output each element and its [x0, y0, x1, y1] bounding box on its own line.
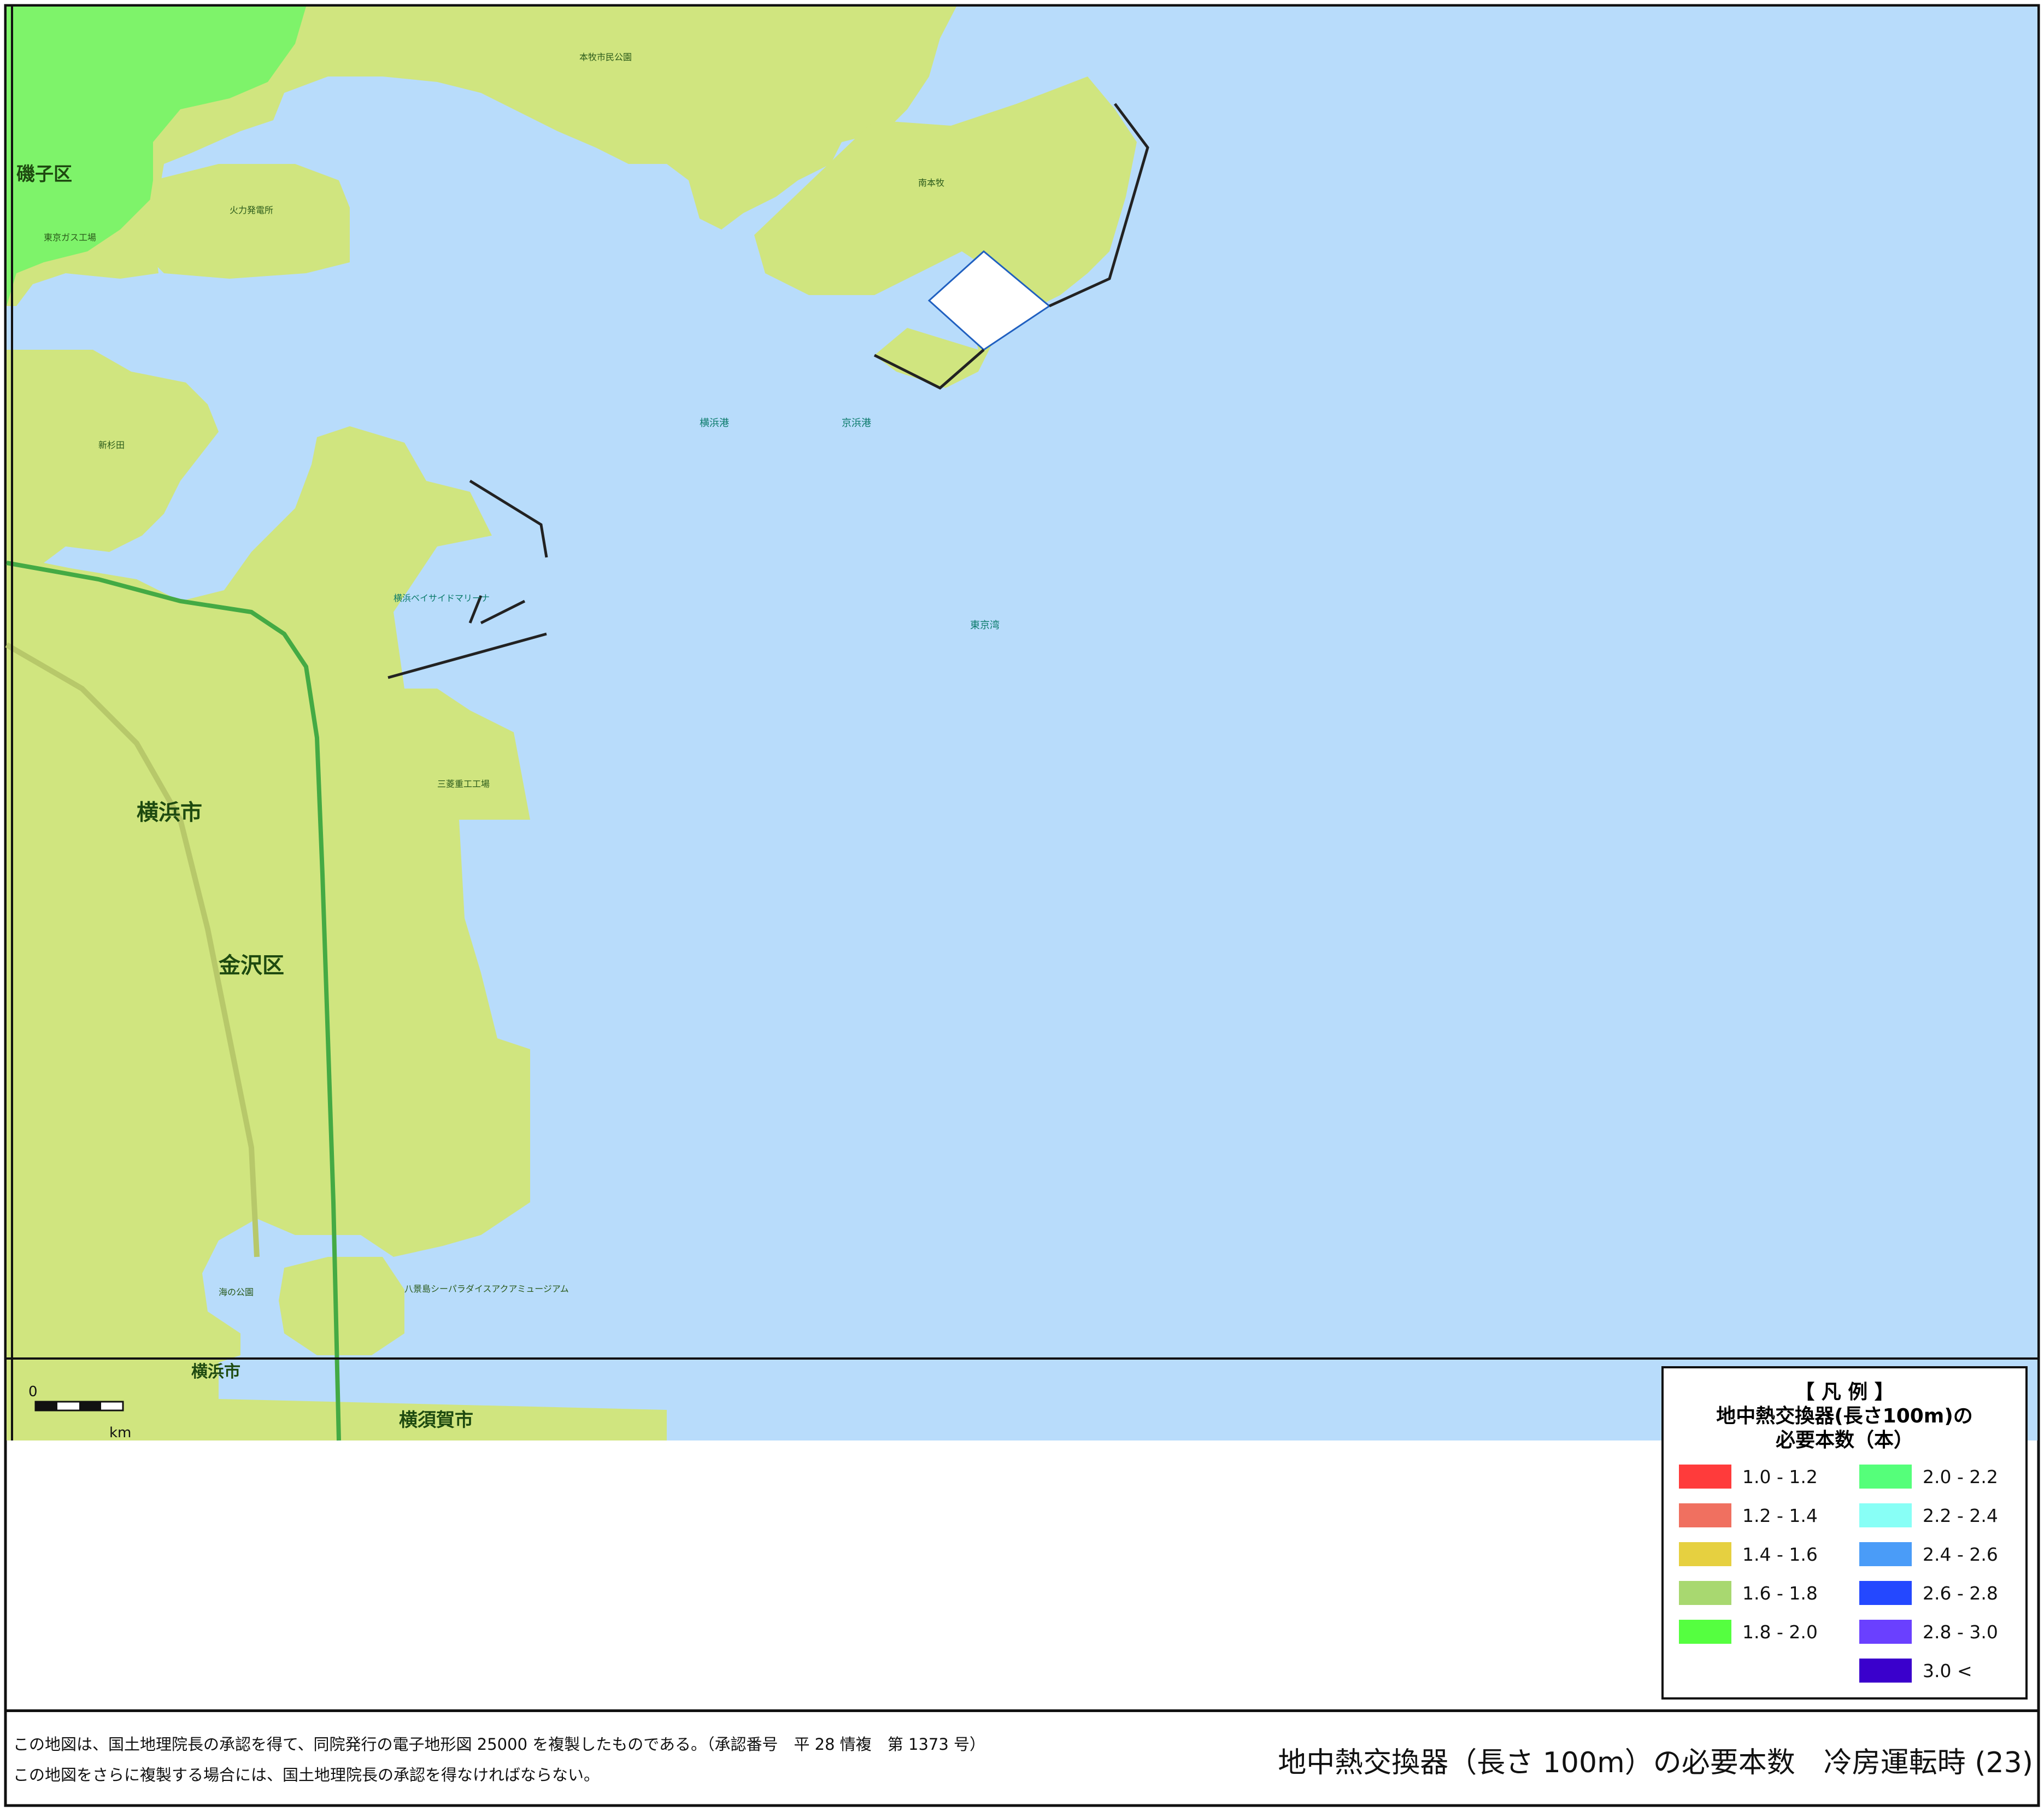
legend-item: 1.2 - 1.4 — [1679, 1503, 1818, 1527]
scale-zero: 0 — [28, 1384, 38, 1400]
legend-swatch — [1859, 1542, 1912, 1566]
label-marina: 横浜ベイサイドマリーナ — [393, 593, 490, 603]
label-yokosuka: 横須賀市 — [399, 1409, 473, 1431]
label-port2: 京浜港 — [842, 418, 871, 429]
land-hakkeijima — [279, 1257, 404, 1355]
legend-subtitle-2: 必要本数（本） — [1775, 1429, 1913, 1451]
legend-swatch — [1859, 1465, 1912, 1489]
label-aquarium: 八景島シーパラダイスアクアミュージアム — [404, 1284, 569, 1294]
label-yokohama: 横浜市 — [137, 800, 202, 825]
legend-item: 2.4 - 2.6 — [1859, 1542, 1998, 1566]
legend-swatch — [1859, 1581, 1912, 1605]
label-power-plant: 火力発電所 — [230, 205, 273, 215]
legend-item: 2.2 - 2.4 — [1859, 1503, 1998, 1527]
credit-line-2: この地図をさらに複製する場合には、国土地理院長の承認を得なければならない。 — [13, 1766, 600, 1784]
legend-swatch — [1859, 1659, 1912, 1683]
legend-swatch — [1859, 1503, 1912, 1527]
legend-label: 3.0 < — [1923, 1660, 1972, 1681]
scale-unit: km — [109, 1425, 131, 1441]
legend-swatch — [1679, 1581, 1731, 1605]
legend-swatch — [1679, 1542, 1731, 1566]
land-power-pier — [142, 164, 350, 279]
label-park: 海の公園 — [219, 1287, 254, 1297]
legend-label: 1.0 - 1.2 — [1742, 1466, 1818, 1487]
legend-item: 2.6 - 2.8 — [1859, 1581, 1998, 1605]
label-isogo: 磯子区 — [16, 163, 72, 185]
legend-swatch — [1679, 1620, 1731, 1644]
legend-item: 1.0 - 1.2 — [1679, 1465, 1818, 1489]
credit-line-1: この地図は、国土地理院長の承認を得て、同院発行の電子地形図 25000 を複製し… — [13, 1735, 986, 1754]
label-honmoku: 本牧市民公園 — [579, 52, 632, 62]
legend-label: 1.6 - 1.8 — [1742, 1582, 1818, 1604]
legend-label: 2.4 - 2.6 — [1923, 1543, 1998, 1565]
legend-label: 2.6 - 2.8 — [1923, 1582, 1998, 1604]
map-title: 地中熱交換器（長さ 100m）の必要本数 冷房運転時 (23) — [1278, 1747, 2033, 1779]
label-yokohama-south: 横浜市 — [191, 1362, 240, 1381]
legend-label: 1.4 - 1.6 — [1742, 1543, 1818, 1565]
label-bay: 東京湾 — [970, 620, 1000, 631]
legend-item: 1.6 - 1.8 — [1679, 1581, 1818, 1605]
legend-label: 2.0 - 2.2 — [1923, 1466, 1998, 1487]
legend-item: 1.8 - 2.0 — [1679, 1620, 1818, 1644]
label-station: 新杉田 — [98, 440, 125, 450]
legend-item: 3.0 < — [1859, 1659, 1972, 1683]
legend-label: 2.2 - 2.4 — [1923, 1504, 1998, 1526]
footer: この地図は、国土地理院長の承認を得て、同院発行の電子地形図 25000 を複製し… — [5, 1709, 2039, 1806]
label-minami-honmoku: 南本牧 — [918, 178, 944, 188]
legend-label: 1.8 - 2.0 — [1742, 1621, 1818, 1643]
label-port1: 横浜港 — [700, 418, 729, 429]
scale-bar-black-1 — [36, 1402, 57, 1410]
label-mitsubishi: 三菱重工工場 — [437, 779, 490, 789]
label-gas: 東京ガス工場 — [44, 232, 96, 243]
legend-label: 1.2 - 1.4 — [1742, 1504, 1818, 1526]
legend-swatch — [1859, 1620, 1912, 1644]
legend-label: 2.8 - 3.0 — [1923, 1621, 1998, 1643]
scale-bar-black-2 — [79, 1402, 101, 1410]
legend-item: 2.8 - 3.0 — [1859, 1620, 1998, 1644]
legend-swatch — [1679, 1465, 1731, 1489]
legend-item: 2.0 - 2.2 — [1859, 1465, 1998, 1489]
label-kanazawa: 金沢区 — [218, 953, 284, 978]
legend-swatch — [1679, 1503, 1731, 1527]
legend-item: 1.4 - 1.6 — [1679, 1542, 1818, 1566]
legend: 【 凡 例 】 地中熱交換器(長さ100m)の 必要本数（本） 1.0 - 1.… — [1661, 1366, 2028, 1700]
